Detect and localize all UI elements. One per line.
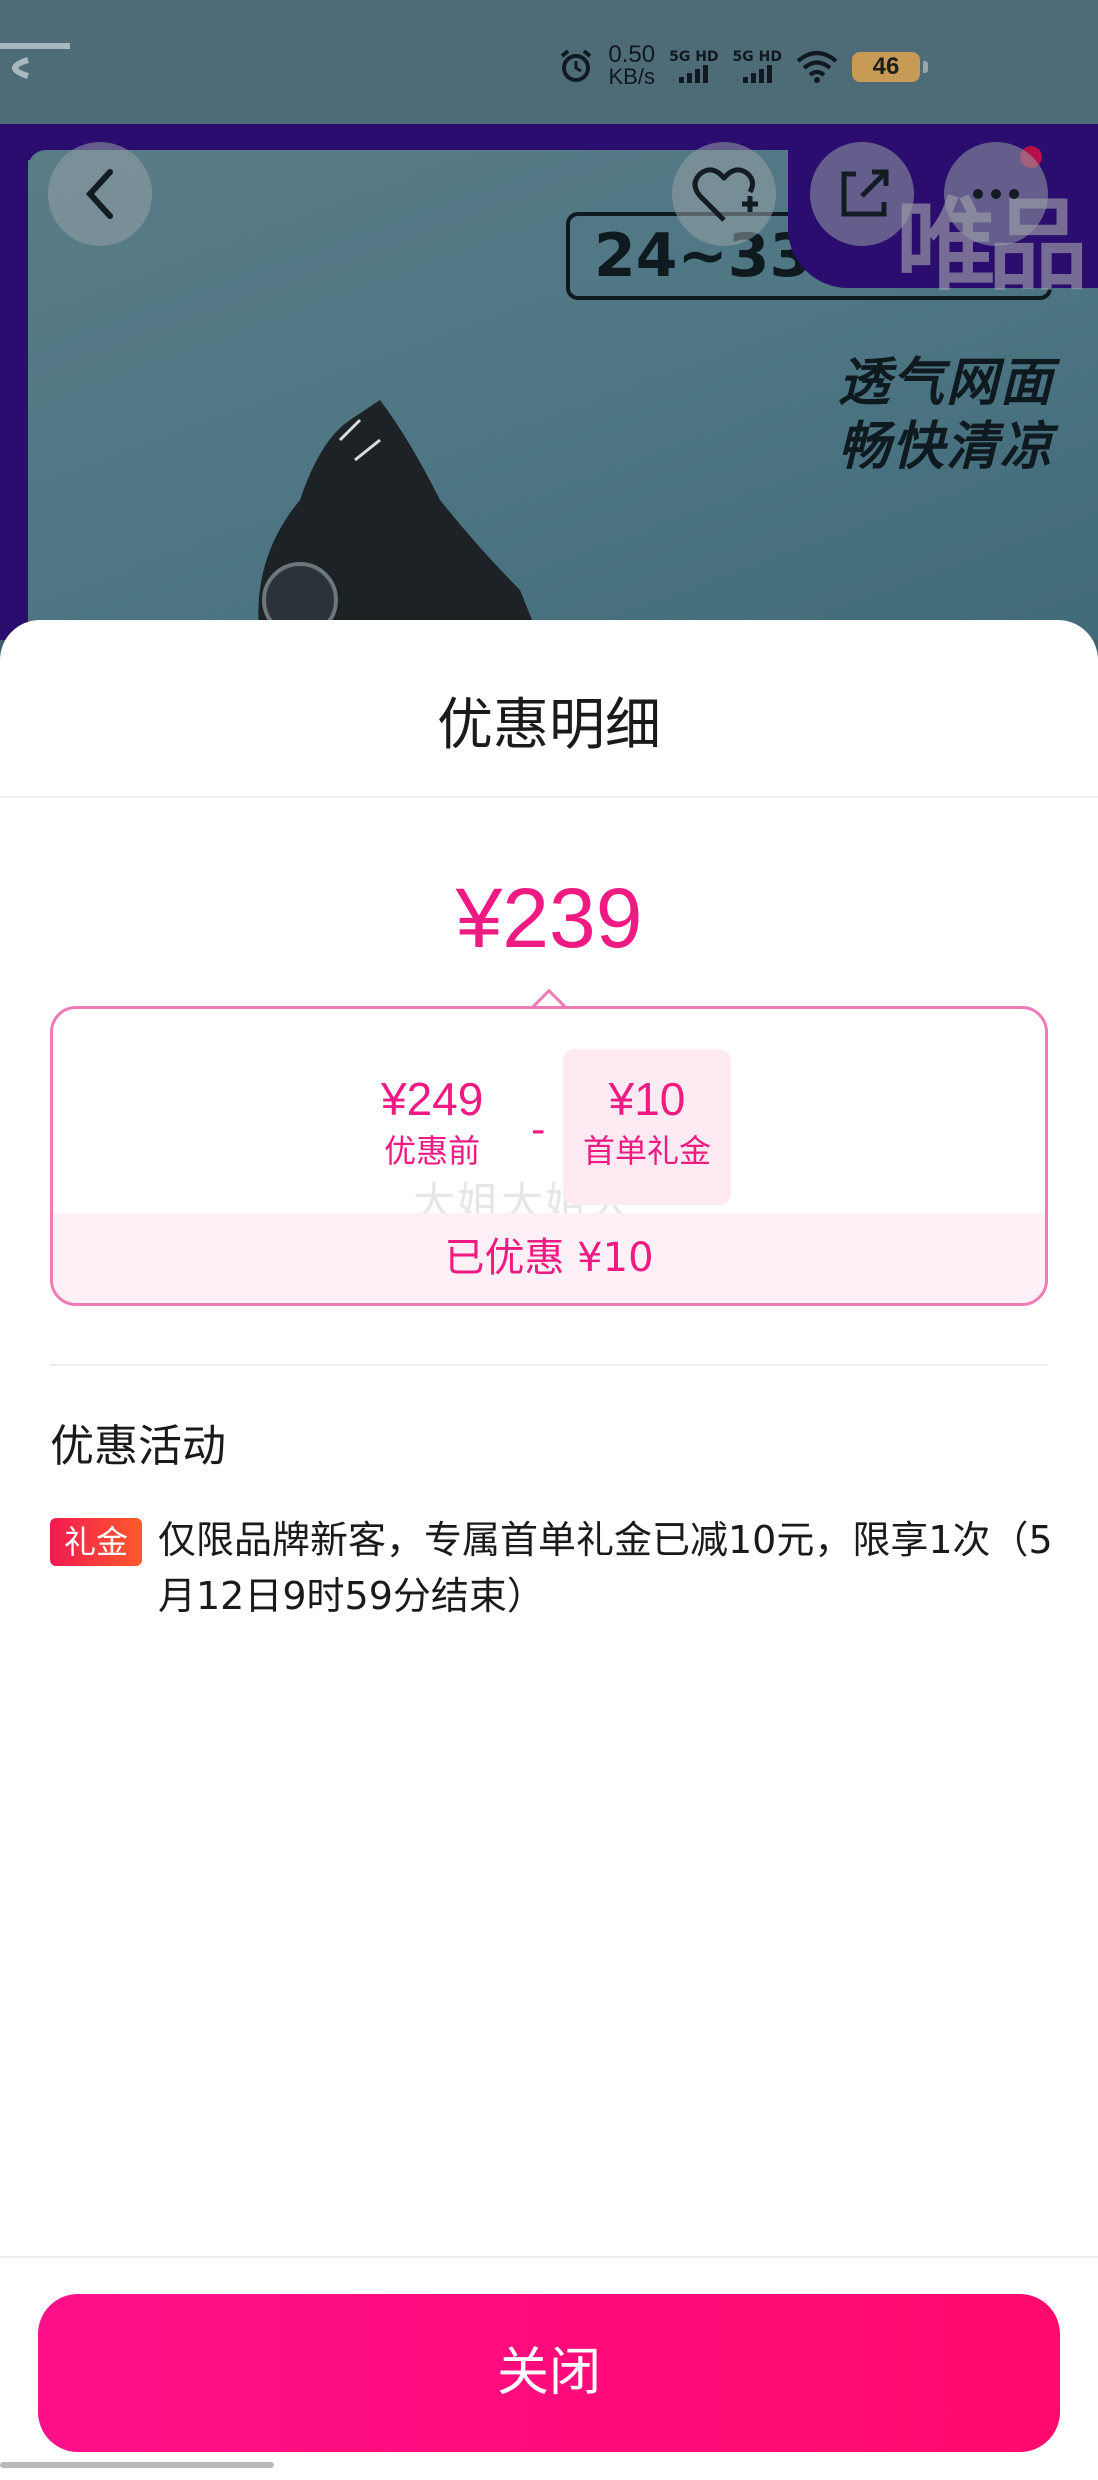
heart-plus-icon [692, 167, 758, 222]
shoe-image [258, 400, 540, 640]
chevron-left-icon [85, 169, 113, 219]
promo-line-2: 畅快清凉 [837, 417, 1054, 477]
final-price: ¥239 [455, 871, 643, 965]
signal-2: 5G HD [733, 49, 782, 83]
discount-detail-sheet: 优惠明细 ¥239 ¥249 优惠前 - 大姐大姐大 ¥10 首单礼金 已优惠 … [0, 620, 1098, 2480]
section-title: 优惠活动 [50, 1421, 226, 1472]
favorite-button[interactable] [672, 142, 776, 246]
back-gesture-icon [0, 43, 70, 79]
section-divider [50, 1364, 1048, 1366]
product-page-background: 0.50 KB/s 5G HD 5G HD 46 24~33 透气网面 畅快清凉 [0, 0, 1098, 640]
back-button[interactable] [48, 142, 152, 246]
network-speed: 0.50 KB/s [608, 41, 656, 89]
activity-description: 仅限品牌新客，专属首单礼金已减10元，限享1次（5月12日9时59分结束） [158, 1518, 1053, 1618]
battery-indicator: 46 [852, 52, 928, 82]
discount-amount: ¥10 [608, 1073, 686, 1125]
original-price-block: ¥249 优惠前 [381, 1069, 483, 1173]
saved-summary: 已优惠 ¥10 [53, 1213, 1045, 1303]
original-price-label: 优惠前 [384, 1132, 481, 1170]
status-bar: 0.50 KB/s 5G HD 5G HD 46 [0, 0, 1098, 124]
price-breakdown-box: ¥249 优惠前 - 大姐大姐大 ¥10 首单礼金 已优惠 ¥10 [50, 1006, 1048, 1306]
more-button[interactable] [944, 142, 1048, 246]
home-indicator [0, 2462, 274, 2468]
wifi-icon [796, 51, 838, 83]
original-price: ¥249 [381, 1073, 484, 1125]
sheet-title: 优惠明细 [437, 693, 661, 758]
discount-label: 首单礼金 [583, 1132, 712, 1170]
share-icon [841, 169, 889, 217]
minus-operator: - [531, 1107, 546, 1153]
title-divider [0, 796, 1098, 798]
footer-divider [0, 2256, 1098, 2258]
close-button[interactable]: 关闭 [38, 2294, 1060, 2452]
alarm-icon [561, 49, 592, 82]
more-dots-icon [973, 189, 1019, 199]
gift-tag-badge: 礼金 [50, 1518, 142, 1566]
banner-side [0, 124, 28, 640]
signal-1: 5G HD [669, 49, 719, 83]
discount-block: ¥10 首单礼金 [563, 1049, 732, 1205]
share-button[interactable] [810, 142, 914, 246]
